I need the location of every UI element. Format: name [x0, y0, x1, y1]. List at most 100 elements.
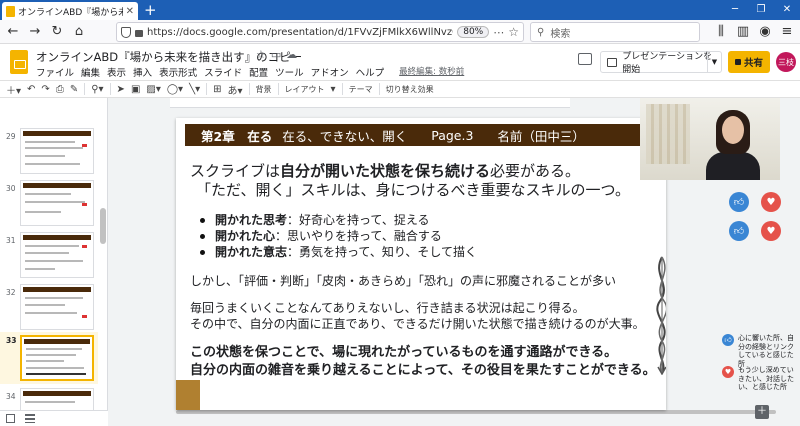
redo-icon[interactable]: ↷ — [41, 84, 49, 95]
filmstrip-slide-selected[interactable]: 33 — [0, 332, 98, 384]
thumbnail-line — [25, 312, 77, 314]
comment-icon[interactable]: ⊞ — [213, 84, 221, 95]
slide-number: 30 — [6, 184, 16, 193]
tracking-shield-icon[interactable] — [121, 26, 131, 38]
filmstrip-slide[interactable]: 29 — [0, 128, 98, 174]
shape-icon[interactable]: ◯▾ — [167, 84, 183, 95]
menu-arrange[interactable]: 配置 — [249, 65, 268, 79]
share-button[interactable]: 共有 — [728, 51, 770, 73]
filmstrip-scrollbar[interactable] — [100, 208, 106, 244]
address-bar[interactable]: https://docs.google.com/presentation/d/1… — [116, 22, 524, 42]
sidebar-icon[interactable]: ▥ — [734, 23, 752, 41]
menu-view[interactable]: 表示 — [107, 65, 126, 79]
bookmark-star-icon[interactable]: ☆ — [508, 25, 519, 39]
menu-slide[interactable]: スライド — [204, 65, 242, 79]
new-slide-icon[interactable]: ＋▾ — [6, 82, 21, 97]
bullet-list[interactable]: 開かれた思考：好奇心を持って、捉える 開かれた心：思いやりを持って、融合する 開… — [200, 212, 477, 260]
current-slide[interactable]: 第2章 在る 在る、できない、開く Page.3 名前（田中三） スクライブは自… — [176, 118, 666, 410]
slide-thumbnail[interactable] — [20, 232, 94, 278]
filmstrip-slide[interactable]: 30 — [0, 180, 98, 226]
thumbnail-line — [26, 360, 64, 362]
menu-file[interactable]: ファイル — [36, 65, 74, 79]
menu-icon[interactable]: ≡ — [778, 23, 796, 41]
slide-text-line-2[interactable]: 「ただ、開く」スキルは、身につけるべき重要なスキルの一つ。 — [196, 179, 630, 200]
ruler — [170, 98, 570, 108]
thumbnail-highlight — [82, 315, 87, 318]
close-tab-icon[interactable]: ✕ — [126, 6, 134, 17]
transition-button[interactable]: 切り替え効果 — [386, 84, 434, 95]
menu-insert[interactable]: 挿入 — [133, 65, 152, 79]
url-text[interactable]: https://docs.google.com/presentation/d/1… — [147, 27, 453, 38]
menu-help[interactable]: ヘルプ — [356, 65, 385, 79]
image-icon[interactable]: ▨▾ — [146, 84, 160, 95]
filmstrip-view-icon[interactable] — [25, 414, 35, 423]
home-icon[interactable]: ⌂ — [70, 23, 88, 41]
star-icon[interactable]: ☆ — [256, 48, 271, 61]
slide-thumbnail[interactable] — [20, 128, 94, 174]
print-icon[interactable]: ⎙ — [56, 84, 64, 95]
slide-thumbnail[interactable] — [20, 180, 94, 226]
thumbnail-header — [23, 235, 91, 240]
reload-icon[interactable]: ↻ — [48, 23, 66, 41]
menu-format[interactable]: 表示形式 — [159, 65, 197, 79]
theme-button[interactable]: テーマ — [349, 84, 373, 95]
library-icon[interactable]: ⫼ — [712, 23, 730, 41]
undo-icon[interactable]: ↶ — [27, 84, 35, 95]
heart-reaction-button[interactable]: ♥ — [761, 192, 781, 212]
horizontal-scrollbar[interactable] — [176, 410, 776, 414]
like-reaction-button[interactable]: 👍︎ — [729, 221, 749, 241]
filmstrip-slide[interactable]: 34 — [0, 388, 98, 410]
page-actions-icon[interactable]: ⋯ — [493, 26, 504, 39]
slide-header-bar[interactable]: 第2章 在る 在る、できない、開く Page.3 名前（田中三） — [185, 124, 657, 146]
lock-icon[interactable] — [135, 30, 143, 37]
last-edit-link[interactable]: 最終編集: 数秒前 — [399, 65, 464, 79]
paint-format-icon[interactable]: ✎ — [70, 84, 78, 95]
grid-view-icon[interactable] — [6, 414, 15, 423]
slide-text-paragraph[interactable]: 毎回うまくいくことなんてありえないし、行き詰まる状況は起こり得る。 その中で、自… — [190, 300, 645, 332]
forward-icon[interactable]: → — [26, 23, 44, 41]
filmstrip-slide[interactable]: 31 — [0, 232, 98, 278]
present-dropdown-icon[interactable]: ▼ — [707, 52, 721, 72]
zoom-level[interactable]: 80% — [457, 26, 490, 38]
menu-edit[interactable]: 編集 — [81, 65, 100, 79]
comment-history-icon[interactable] — [578, 53, 592, 65]
cloud-status-icon[interactable]: ☁ — [286, 48, 302, 61]
restore-icon[interactable]: ❐ — [748, 0, 774, 20]
heart-reaction-button[interactable]: ♥ — [761, 221, 781, 241]
slide-thumbnail[interactable] — [20, 284, 94, 330]
new-tab-icon[interactable]: + — [144, 1, 157, 19]
thumbnail-line — [25, 297, 83, 299]
textbox-icon[interactable]: ▣ — [131, 84, 140, 95]
slide-text-line-3[interactable]: しかし、「評価・判断」「皮肉・あきらめ」「恐れ」の声に邪魔されることが多い — [190, 272, 616, 289]
menu-tools[interactable]: ツール — [275, 65, 304, 79]
video-person-body — [706, 152, 760, 180]
zoom-icon[interactable]: ⚲▾ — [91, 84, 103, 95]
slides-logo-icon[interactable] — [10, 50, 28, 74]
layout-dropdown-icon[interactable]: ▾ — [331, 84, 336, 95]
slide-text-line-1[interactable]: スクライブは自分が開いた状態を保ち続ける必要がある。 — [190, 160, 580, 181]
account-icon[interactable]: ◉ — [756, 23, 774, 41]
scribble-illustration[interactable] — [648, 255, 666, 375]
thumbnail-line — [26, 373, 86, 375]
slides-favicon-icon — [6, 5, 15, 17]
input-tools-icon[interactable]: あ▾ — [228, 82, 243, 97]
like-reaction-button[interactable]: 👍︎ — [729, 192, 749, 212]
slide-bold-paragraph[interactable]: この状態を保つことで、場に現れたがっているものを通す通路ができる。 自分の内面の… — [190, 344, 656, 380]
layout-button[interactable]: レイアウト — [285, 84, 325, 95]
search-box[interactable]: ⚲ 検索 — [530, 22, 700, 42]
slide-thumbnail[interactable] — [20, 388, 94, 410]
background-button[interactable]: 背景 — [256, 84, 272, 95]
browser-tab[interactable]: オンラインABD『場から未来を描き出 ✕ — [2, 2, 138, 20]
slide-thumbnail[interactable] — [20, 335, 94, 381]
minimize-icon[interactable]: ─ — [722, 0, 748, 20]
filmstrip-slide[interactable]: 32 — [0, 284, 98, 330]
back-icon[interactable]: ← — [4, 23, 22, 41]
line-icon[interactable]: ╲▾ — [189, 84, 200, 95]
present-button[interactable]: プレゼンテーションを開始 ▼ — [600, 51, 722, 75]
close-window-icon[interactable]: ✕ — [774, 0, 800, 20]
side-panel-toggle-icon[interactable]: ＋ — [755, 405, 769, 419]
avatar[interactable]: 三枝 — [776, 52, 796, 72]
select-icon[interactable]: ➤ — [117, 84, 125, 95]
move-folder-icon[interactable]: ▭ — [271, 48, 286, 61]
menu-addons[interactable]: アドオン — [311, 65, 349, 79]
